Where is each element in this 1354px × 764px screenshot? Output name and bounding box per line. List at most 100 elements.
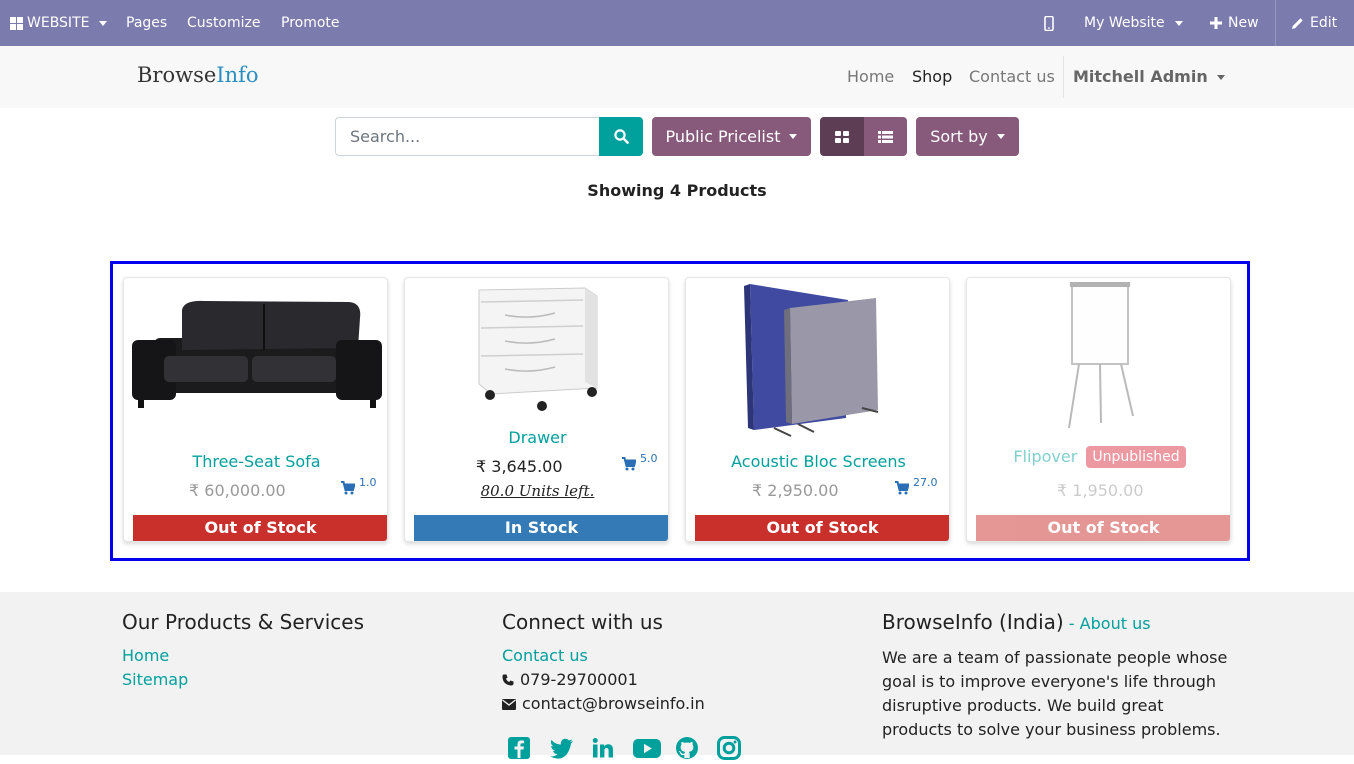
about-text: We are a team of passionate people whose… xyxy=(882,648,1228,739)
footer-phone: 079-29700001 xyxy=(502,668,705,692)
footer-link-sitemap[interactable]: Sitemap xyxy=(122,668,364,692)
my-website-label: My Website xyxy=(1084,15,1165,31)
shopping-cart-icon xyxy=(622,457,636,471)
plus-icon xyxy=(1210,17,1222,29)
user-menu[interactable]: Mitchell Admin xyxy=(1073,46,1225,108)
product-name[interactable]: Three-Seat Sofa xyxy=(124,452,387,471)
product-image-drawer[interactable] xyxy=(405,278,669,438)
site-logo[interactable]: BrowseInfo xyxy=(137,63,259,87)
nav-home[interactable]: Home xyxy=(847,46,894,108)
customize-menu[interactable]: Customize xyxy=(187,0,261,46)
shopping-cart-icon xyxy=(341,481,355,495)
stock-status-badge: In Stock xyxy=(414,515,668,541)
website-menu-label: WEBSITE xyxy=(27,15,90,31)
cart-quantity[interactable]: 1.0 xyxy=(341,476,377,495)
chevron-down-icon xyxy=(996,134,1005,139)
footer-link-home[interactable]: Home xyxy=(122,644,364,668)
user-name: Mitchell Admin xyxy=(1073,67,1208,86)
product-price: ₹ 1,950.00 xyxy=(1057,481,1144,500)
cart-quantity-value: 27.0 xyxy=(913,476,938,489)
edit-label: Edit xyxy=(1310,15,1338,31)
search-icon xyxy=(613,129,629,144)
shopping-cart-icon xyxy=(895,481,909,495)
grid-view-icon xyxy=(835,130,849,143)
admin-bar-divider xyxy=(1275,0,1276,46)
admin-bar: WEBSITE Pages Customize Promote My Websi… xyxy=(0,0,1354,46)
faded-image-wrapper xyxy=(967,278,1231,438)
footer-connect: Connect with us Contact us 079-29700001 … xyxy=(502,610,705,716)
nav-shop[interactable]: Shop xyxy=(912,46,952,108)
stock-status-badge: Out of Stock xyxy=(133,515,387,541)
edit-button[interactable]: Edit xyxy=(1291,0,1337,46)
twitter-icon[interactable] xyxy=(549,736,577,764)
envelope-icon xyxy=(502,698,516,710)
footer-email: contact@browseinfo.in xyxy=(502,692,705,716)
product-card[interactable]: Three-Seat Sofa ₹ 60,000.00 1.0 Out of S… xyxy=(123,277,388,542)
cart-quantity-value: 5.0 xyxy=(640,452,658,465)
footer-col-title: Our Products & Services xyxy=(122,610,365,634)
cart-quantity[interactable]: 5.0 xyxy=(622,452,658,471)
site-footer: Our Products & Services Home Sitemap Con… xyxy=(0,592,1354,760)
footer-products-services: Our Products & Services Home Sitemap xyxy=(122,610,364,692)
youtube-icon[interactable] xyxy=(633,736,661,764)
product-card[interactable]: Drawer ₹ 3,645.00 5.0 80.0 Units left. I… xyxy=(404,277,669,542)
stock-status-badge: Out of Stock xyxy=(695,515,949,541)
website-menu[interactable]: WEBSITE xyxy=(10,0,108,46)
email-address[interactable]: contact@browseinfo.in xyxy=(522,692,705,716)
units-left-text: 80.0 Units left. xyxy=(480,482,595,500)
title-dash: - xyxy=(1063,614,1080,633)
social-links xyxy=(507,736,745,764)
grid-view-button[interactable] xyxy=(820,117,864,156)
cart-quantity[interactable]: 27.0 xyxy=(895,476,938,495)
linkedin-icon[interactable] xyxy=(591,736,619,764)
chevron-down-icon xyxy=(789,134,798,139)
list-view-button[interactable] xyxy=(864,117,907,156)
product-price: ₹ 2,950.00 xyxy=(752,481,839,500)
promote-menu[interactable]: Promote xyxy=(281,0,340,46)
product-name[interactable]: Acoustic Bloc Screens xyxy=(686,452,949,471)
mobile-icon xyxy=(1044,15,1054,31)
product-card[interactable]: Flipover Unpublished ₹ 1,950.00 Out of S… xyxy=(966,277,1231,542)
footer-link-contact[interactable]: Contact us xyxy=(502,644,705,668)
product-name[interactable]: Flipover xyxy=(1013,447,1077,466)
product-image-flipover[interactable] xyxy=(967,278,1231,438)
facebook-icon[interactable] xyxy=(507,736,535,764)
new-button[interactable]: New xyxy=(1210,0,1259,46)
pricelist-dropdown[interactable]: Public Pricelist xyxy=(652,117,811,156)
logo-text-browse: Browse xyxy=(137,63,217,87)
phone-icon xyxy=(502,674,514,686)
apps-grid-icon xyxy=(10,16,23,30)
logo-text-info: Info xyxy=(216,63,259,87)
pages-menu[interactable]: Pages xyxy=(126,0,167,46)
product-card[interactable]: Acoustic Bloc Screens ₹ 2,950.00 27.0 Ou… xyxy=(685,277,950,542)
pencil-icon xyxy=(1292,17,1303,29)
search-button[interactable] xyxy=(599,117,643,156)
pricelist-label: Public Pricelist xyxy=(665,127,781,146)
footer-col-title: Connect with us xyxy=(502,610,663,634)
products-count: Showing 4 Products xyxy=(587,181,767,200)
sort-label: Sort by xyxy=(930,127,988,146)
site-header: BrowseInfo Home Shop Contact us Mitchell… xyxy=(0,46,1354,108)
product-image-acoustic-screens[interactable] xyxy=(686,278,950,438)
product-name[interactable]: Drawer xyxy=(405,428,668,447)
mobile-preview-button[interactable] xyxy=(1044,0,1054,46)
company-name: BrowseInfo (India) xyxy=(882,610,1064,634)
cart-quantity-value: 1.0 xyxy=(359,476,377,489)
footer-link-about[interactable]: About us xyxy=(1080,614,1151,633)
unpublished-badge: Unpublished xyxy=(1086,446,1186,468)
product-price: ₹ 3,645.00 xyxy=(476,457,563,476)
chevron-down-icon xyxy=(1216,74,1225,80)
product-image-sofa[interactable] xyxy=(124,278,388,438)
instagram-icon[interactable] xyxy=(717,736,745,764)
search-input[interactable] xyxy=(335,117,600,156)
list-view-icon xyxy=(878,130,893,143)
sort-dropdown[interactable]: Sort by xyxy=(916,117,1019,156)
github-icon[interactable] xyxy=(675,736,703,764)
nav-contact-us[interactable]: Contact us xyxy=(969,46,1055,108)
footer-col-title: BrowseInfo (India) - About us xyxy=(882,610,1232,636)
product-price: ₹ 60,000.00 xyxy=(189,481,286,500)
product-name-row: Flipover Unpublished xyxy=(967,446,1230,468)
nav-divider xyxy=(1063,56,1064,98)
my-website-menu[interactable]: My Website xyxy=(1084,0,1183,46)
stock-status-badge: Out of Stock xyxy=(976,515,1230,541)
